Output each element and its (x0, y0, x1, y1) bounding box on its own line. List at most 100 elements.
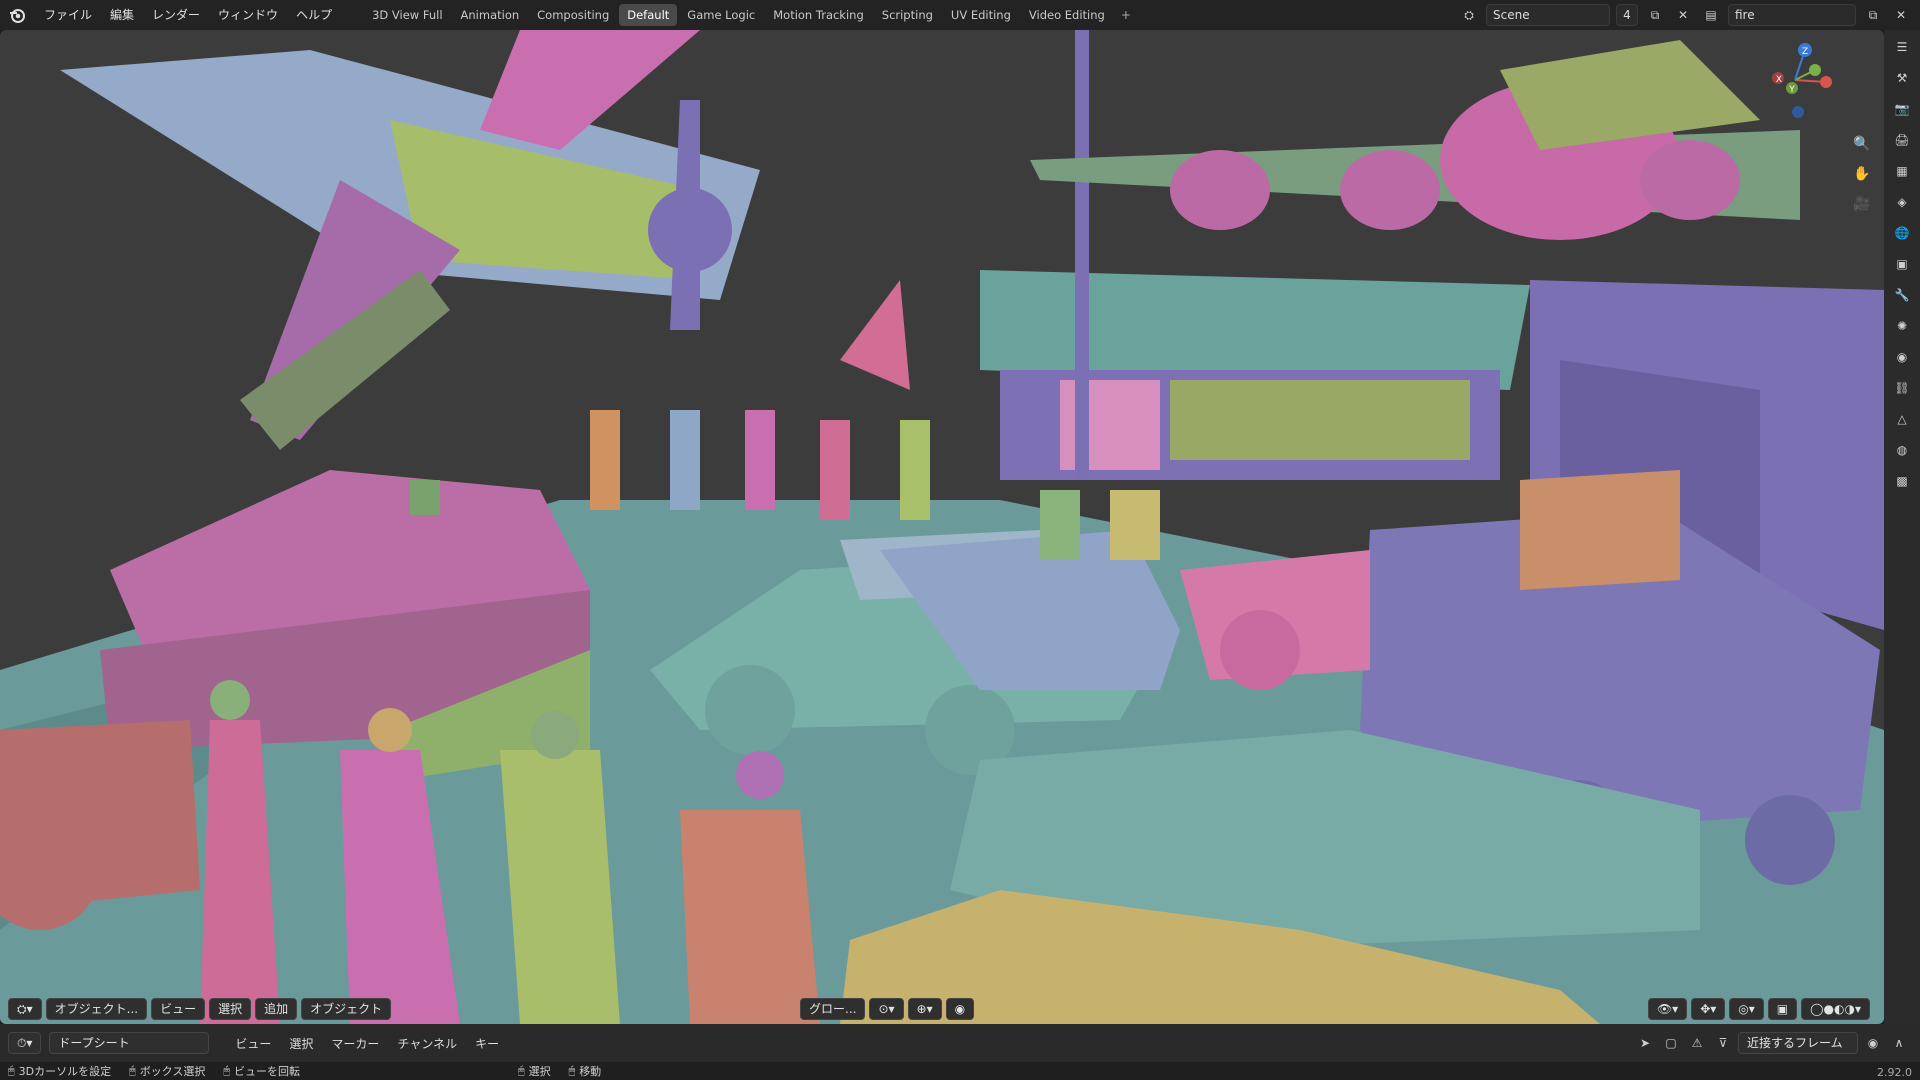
status-item: 🖱 ボックス選択 (129, 1063, 205, 1079)
dopesheet-select-menu[interactable]: 選択 (289, 1035, 313, 1052)
hand-icon[interactable]: ✋ (1848, 160, 1876, 188)
particles-icon[interactable]: ✺ (1891, 315, 1913, 337)
mouse-icon: 🖱 (568, 1064, 576, 1077)
tool-icon[interactable]: ⚒ (1891, 67, 1913, 89)
dopesheet-key-menu[interactable]: キー (475, 1035, 499, 1052)
object-prop-icon[interactable]: ▣ (1891, 253, 1913, 275)
overlay-icon[interactable]: ◎▾ (1729, 998, 1764, 1020)
top-bar: ファイル 編集 レンダー ウィンドウ ヘルプ 3D View Full Anim… (0, 0, 1920, 30)
status-item: 🖱 選択 (518, 1063, 551, 1079)
navigation-gizmo[interactable]: X Y Z (1750, 30, 1840, 120)
close-scene-icon[interactable]: ✕ (1672, 4, 1694, 26)
select-menu[interactable]: 選択 (209, 998, 252, 1020)
scene-selector-group: ⛭ Scene 4 ⧉ ✕ ▤ fire ⧉ ✕ (1458, 4, 1920, 26)
editor-type-button[interactable]: ⛭▾ (8, 998, 42, 1020)
menu-render[interactable]: レンダー (144, 0, 208, 30)
3d-viewport[interactable]: X Y Z 🔍 ✋ 🎥 ⛭▾ オブジェクト... ビュー 選択 追加 オブジェク… (0, 30, 1884, 1024)
status-item: 🖱 ビューを回転 (223, 1063, 300, 1079)
snap-mode-select[interactable]: 近接するフレーム (1738, 1032, 1858, 1054)
shading-modes[interactable]: ◯●◐◑▾ (1801, 998, 1870, 1020)
scene-prop-icon[interactable]: ◈ (1891, 191, 1913, 213)
menu-file[interactable]: ファイル (36, 0, 100, 30)
mouse-icon: 🖱 (517, 1064, 525, 1077)
mouse-right-icon: 🖱 (223, 1064, 230, 1077)
add-workspace-button[interactable]: + (1115, 4, 1137, 26)
proportional-icon[interactable]: ◉ (1862, 1032, 1884, 1054)
camera-icon[interactable]: 🎥 (1848, 190, 1876, 218)
select-tool-icon[interactable]: ➤ (1634, 1032, 1656, 1054)
dopesheet-marker-menu[interactable]: マーカー (331, 1035, 379, 1052)
proportional-edit-icon[interactable]: ◉ (945, 998, 975, 1020)
gizmo-toggle-icon[interactable]: ✥▾ (1691, 998, 1726, 1020)
orientation-select[interactable]: グロー... (800, 998, 866, 1020)
close-layer-icon[interactable]: ✕ (1890, 4, 1912, 26)
status-item: 🖱 3Dカーソルを設定 (8, 1063, 111, 1079)
viewport-header-right: 👁▾ ✥▾ ◎▾ ▣ ◯●◐◑▾ (1647, 998, 1870, 1020)
tab-animation[interactable]: Animation (453, 4, 528, 26)
scene-users-count: 4 (1616, 4, 1638, 26)
gizmo-z-label: Z (1802, 47, 1808, 57)
snap-icon[interactable]: ⊕▾ (907, 998, 942, 1020)
workspace-tabs: 3D View Full Animation Compositing Defau… (364, 4, 1137, 26)
material-icon[interactable]: ◍ (1891, 439, 1913, 461)
mouse-left-icon: 🖱 (8, 1064, 15, 1077)
tab-game-logic[interactable]: Game Logic (679, 4, 763, 26)
status-rotate-view: ビューを回転 (233, 1065, 300, 1078)
tab-default[interactable]: Default (619, 4, 678, 26)
mode-select[interactable]: オブジェクト... (45, 998, 148, 1020)
tab-compositing[interactable]: Compositing (529, 4, 617, 26)
duplicate-scene-icon[interactable]: ⧉ (1644, 4, 1666, 26)
mouse-middle-icon: 🖱 (129, 1064, 136, 1077)
output-icon[interactable]: 🖨 (1891, 129, 1913, 151)
render-icon[interactable]: 📷 (1891, 98, 1913, 120)
menu-help[interactable]: ヘルプ (288, 0, 340, 30)
dopesheet-header: ⏱▾ ドープシート ビュー 選択 マーカー チャンネル キー ➤ ▢ ⚠ ⊽ 近… (0, 1024, 1920, 1062)
filter-icon[interactable]: ⊽ (1712, 1032, 1734, 1054)
menu-window[interactable]: ウィンドウ (210, 0, 286, 30)
outliner-icon[interactable]: ☰ (1891, 36, 1913, 58)
version-label: 2.92.0 (1877, 1066, 1912, 1079)
gizmo-x-label: X (1776, 75, 1782, 85)
texture-icon[interactable]: ▩ (1891, 470, 1913, 492)
zoom-icon[interactable]: 🔍 (1848, 130, 1876, 158)
menu-edit[interactable]: 編集 (102, 0, 142, 30)
add-menu[interactable]: 追加 (255, 998, 298, 1020)
dopesheet-menu: ビュー 選択 マーカー チャンネル キー (235, 1035, 499, 1052)
dopesheet-mode-select[interactable]: ドープシート (49, 1032, 210, 1054)
view-layer-icon[interactable]: ▤ (1700, 4, 1722, 26)
tab-scripting[interactable]: Scripting (874, 4, 941, 26)
view-menu[interactable]: ビュー (151, 998, 206, 1020)
dopesheet-editor-type[interactable]: ⏱▾ (8, 1032, 42, 1054)
tab-uv-editing[interactable]: UV Editing (943, 4, 1019, 26)
pivot-icon[interactable]: ⊙▾ (869, 998, 904, 1020)
gizmo-y-label: Y (1788, 85, 1795, 95)
dopesheet-channel-menu[interactable]: チャンネル (397, 1035, 457, 1052)
xray-icon[interactable]: ▣ (1767, 998, 1798, 1020)
object-menu[interactable]: オブジェクト (301, 998, 392, 1020)
data-icon[interactable]: △ (1891, 408, 1913, 430)
world-icon[interactable]: 🌐 (1891, 222, 1913, 244)
blender-logo-icon[interactable] (0, 0, 34, 30)
status-item: 🖱 移動 (569, 1063, 602, 1079)
duplicate-layer-icon[interactable]: ⧉ (1862, 4, 1884, 26)
status-bar: 🖱 3Dカーソルを設定 🖱 ボックス選択 🖱 ビューを回転 🖱 選択 🖱 移動 2.92.… (0, 1062, 1920, 1080)
modifier-icon[interactable]: 🔧 (1891, 284, 1913, 306)
view-layer-prop-icon[interactable]: ▦ (1891, 160, 1913, 182)
tab-motion-tracking[interactable]: Motion Tracking (765, 4, 872, 26)
physics-icon[interactable]: ◉ (1891, 346, 1913, 368)
warning-icon[interactable]: ⚠ (1686, 1032, 1708, 1054)
constraints-icon[interactable]: ⛓ (1891, 377, 1913, 399)
visibility-icon[interactable]: 👁▾ (1647, 998, 1688, 1020)
dopesheet-right-tools: ➤ ▢ ⚠ ⊽ 近接するフレーム ◉ ∧ (1634, 1032, 1910, 1054)
tab-3d-view-full[interactable]: 3D View Full (364, 4, 450, 26)
scene-icon[interactable]: ⛭ (1458, 4, 1480, 26)
scene-render (0, 30, 1884, 1024)
tab-video-editing[interactable]: Video Editing (1021, 4, 1113, 26)
scene-name-field[interactable]: Scene (1486, 4, 1610, 26)
status-set-cursor: 3Dカーソルを設定 (18, 1065, 112, 1078)
view-layer-field[interactable]: fire (1728, 4, 1856, 26)
dopesheet-view-menu[interactable]: ビュー (235, 1035, 271, 1052)
ghost-icon[interactable]: ▢ (1660, 1032, 1682, 1054)
properties-tabs: ☰ ⚒ 📷 🖨 ▦ ◈ 🌐 ▣ 🔧 ✺ ◉ ⛓ △ ◍ ▩ (1884, 30, 1920, 1024)
curve-icon[interactable]: ∧ (1888, 1032, 1910, 1054)
